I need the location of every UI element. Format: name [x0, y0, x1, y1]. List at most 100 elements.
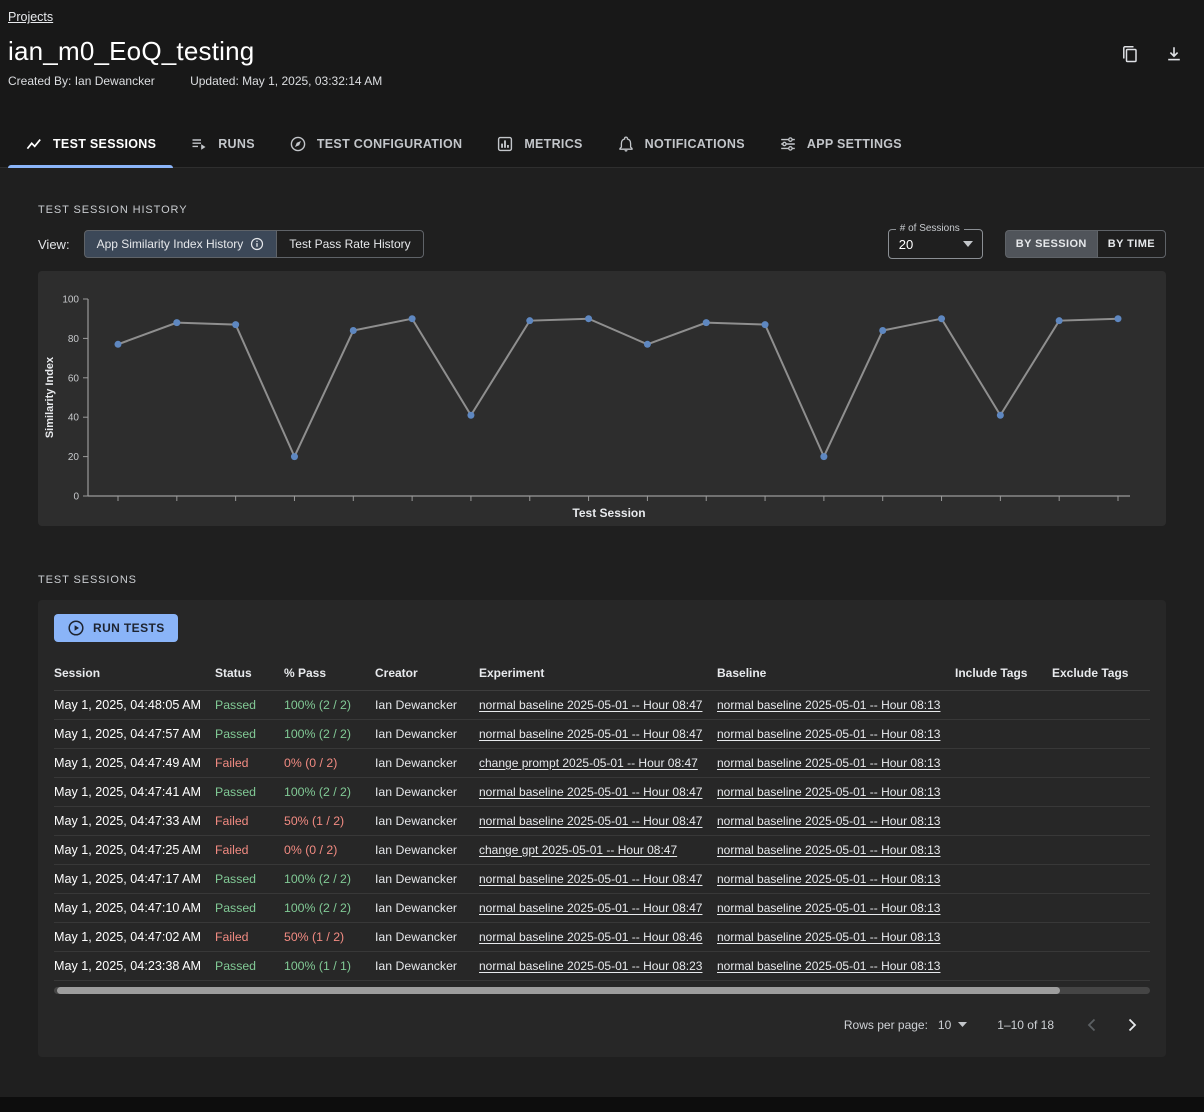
- baseline-link[interactable]: normal baseline 2025-05-01 -- Hour 08:13: [717, 814, 940, 828]
- creator-cell: Ian Dewancker: [375, 690, 479, 719]
- chart-point[interactable]: [232, 321, 239, 328]
- toggle-by-time[interactable]: BY TIME: [1097, 230, 1166, 258]
- experiment-link[interactable]: change gpt 2025-05-01 -- Hour 08:47: [479, 843, 677, 857]
- breadcrumb-projects[interactable]: Projects: [8, 10, 53, 24]
- chart-point[interactable]: [350, 327, 357, 334]
- status-cell: Passed: [215, 690, 284, 719]
- chart-point[interactable]: [762, 321, 769, 328]
- pass-rate-cell: 0% (0 / 2): [284, 748, 375, 777]
- chart-point[interactable]: [173, 319, 180, 326]
- creator-cell: Ian Dewancker: [375, 777, 479, 806]
- history-section-label: TEST SESSION HISTORY: [38, 168, 1166, 216]
- table-row: May 1, 2025, 04:47:49 AMFailed0% (0 / 2)…: [54, 748, 1150, 777]
- sliders-icon: [779, 135, 797, 153]
- scrollbar-thumb[interactable]: [57, 987, 1060, 994]
- tab-metrics[interactable]: METRICS: [479, 120, 599, 167]
- bottom-strip: [0, 1097, 1204, 1112]
- chart-point[interactable]: [644, 341, 651, 348]
- chart-point[interactable]: [703, 319, 710, 326]
- next-page-button[interactable]: [1118, 1011, 1146, 1039]
- toggle-test-pass-rate-history[interactable]: Test Pass Rate History: [276, 230, 423, 258]
- chart-point[interactable]: [938, 315, 945, 322]
- exclude-tags-cell: [1052, 690, 1150, 719]
- baseline-cell: normal baseline 2025-05-01 -- Hour 08:13: [717, 864, 955, 893]
- run-tests-button[interactable]: RUN TESTS: [54, 614, 178, 642]
- chart-point[interactable]: [409, 315, 416, 322]
- baseline-link[interactable]: normal baseline 2025-05-01 -- Hour 08:13: [717, 959, 940, 973]
- baseline-link[interactable]: normal baseline 2025-05-01 -- Hour 08:13: [717, 843, 940, 857]
- creator-cell: Ian Dewancker: [375, 806, 479, 835]
- tab-test-sessions[interactable]: TEST SESSIONS: [8, 120, 173, 167]
- svg-text:40: 40: [68, 413, 80, 424]
- tab-app-settings[interactable]: APP SETTINGS: [762, 120, 919, 167]
- copy-button[interactable]: [1118, 42, 1142, 66]
- chart-point[interactable]: [1115, 315, 1122, 322]
- tab-label: RUNS: [218, 137, 255, 151]
- include-tags-cell: [955, 922, 1052, 951]
- experiment-link[interactable]: normal baseline 2025-05-01 -- Hour 08:46: [479, 930, 702, 944]
- page-header: Projects ian_m0_EoQ_testing Created By: …: [0, 0, 1204, 168]
- previous-page-button: [1078, 1011, 1106, 1039]
- chart-point[interactable]: [291, 453, 298, 460]
- chart-point[interactable]: [526, 317, 533, 324]
- session-cell: May 1, 2025, 04:47:49 AM: [54, 748, 215, 777]
- pass-rate-cell: 100% (2 / 2): [284, 864, 375, 893]
- exclude-tags-cell: [1052, 864, 1150, 893]
- exclude-tags-cell: [1052, 806, 1150, 835]
- baseline-link[interactable]: normal baseline 2025-05-01 -- Hour 08:13: [717, 930, 940, 944]
- experiment-link[interactable]: normal baseline 2025-05-01 -- Hour 08:47: [479, 727, 702, 741]
- num-sessions-select[interactable]: # of Sessions 20: [888, 229, 983, 259]
- num-sessions-label: # of Sessions: [896, 223, 964, 234]
- compass-icon: [289, 135, 307, 153]
- pass-rate-cell: 50% (1 / 2): [284, 922, 375, 951]
- baseline-link[interactable]: normal baseline 2025-05-01 -- Hour 08:13: [717, 727, 940, 741]
- tab-notifications[interactable]: NOTIFICATIONS: [600, 120, 762, 167]
- include-tags-cell: [955, 748, 1052, 777]
- experiment-link[interactable]: change prompt 2025-05-01 -- Hour 08:47: [479, 756, 698, 770]
- chart-point[interactable]: [820, 453, 827, 460]
- baseline-link[interactable]: normal baseline 2025-05-01 -- Hour 08:13: [717, 756, 940, 770]
- experiment-cell: normal baseline 2025-05-01 -- Hour 08:47: [479, 690, 717, 719]
- rows-per-page-label: Rows per page:: [844, 1018, 928, 1032]
- chart-point[interactable]: [585, 315, 592, 322]
- download-button[interactable]: [1162, 42, 1186, 66]
- status-cell: Passed: [215, 777, 284, 806]
- toggle-by-session[interactable]: BY SESSION: [1005, 230, 1098, 258]
- session-cell: May 1, 2025, 04:47:33 AM: [54, 806, 215, 835]
- chart-point[interactable]: [467, 412, 474, 419]
- experiment-link[interactable]: normal baseline 2025-05-01 -- Hour 08:47: [479, 814, 702, 828]
- chart-point[interactable]: [115, 341, 122, 348]
- baseline-link[interactable]: normal baseline 2025-05-01 -- Hour 08:13: [717, 785, 940, 799]
- caret-down-icon: [958, 1022, 967, 1027]
- pass-rate-cell: 100% (2 / 2): [284, 777, 375, 806]
- caret-down-icon: [963, 241, 973, 247]
- column-header-status: Status: [215, 656, 284, 690]
- column-header-include-tags: Include Tags: [955, 656, 1052, 690]
- experiment-link[interactable]: normal baseline 2025-05-01 -- Hour 08:47: [479, 901, 702, 915]
- chart-point[interactable]: [1056, 317, 1063, 324]
- session-cell: May 1, 2025, 04:47:25 AM: [54, 835, 215, 864]
- chart-point[interactable]: [879, 327, 886, 334]
- creator-cell: Ian Dewancker: [375, 748, 479, 777]
- status-cell: Passed: [215, 893, 284, 922]
- baseline-link[interactable]: normal baseline 2025-05-01 -- Hour 08:13: [717, 698, 940, 712]
- experiment-link[interactable]: normal baseline 2025-05-01 -- Hour 08:47: [479, 785, 702, 799]
- experiment-link[interactable]: normal baseline 2025-05-01 -- Hour 08:47: [479, 698, 702, 712]
- experiment-link[interactable]: normal baseline 2025-05-01 -- Hour 08:47: [479, 872, 702, 886]
- exclude-tags-cell: [1052, 922, 1150, 951]
- status-cell: Passed: [215, 864, 284, 893]
- status-cell: Failed: [215, 748, 284, 777]
- info-icon: [250, 237, 264, 251]
- tab-runs[interactable]: RUNS: [173, 120, 272, 167]
- chart-point[interactable]: [997, 412, 1004, 419]
- pass-rate-cell: 100% (2 / 2): [284, 690, 375, 719]
- baseline-link[interactable]: normal baseline 2025-05-01 -- Hour 08:13: [717, 901, 940, 915]
- horizontal-scrollbar[interactable]: [54, 987, 1150, 994]
- tab-bar: TEST SESSIONS RUNS TEST CONFIGURATION ME…: [0, 120, 1204, 168]
- toggle-similarity-index-history[interactable]: App Similarity Index History: [84, 230, 278, 258]
- tab-test-configuration[interactable]: TEST CONFIGURATION: [272, 120, 479, 167]
- baseline-link[interactable]: normal baseline 2025-05-01 -- Hour 08:13: [717, 872, 940, 886]
- rows-per-page-select[interactable]: 10: [938, 1018, 967, 1032]
- experiment-link[interactable]: normal baseline 2025-05-01 -- Hour 08:23: [479, 959, 702, 973]
- session-cell: May 1, 2025, 04:47:02 AM: [54, 922, 215, 951]
